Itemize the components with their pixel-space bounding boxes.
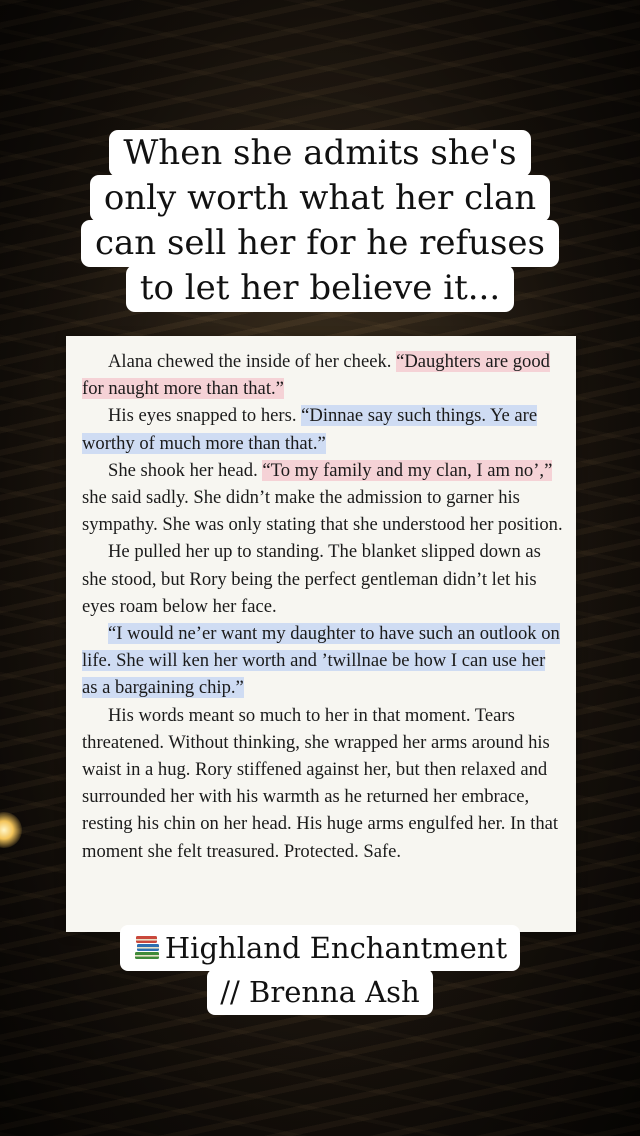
- highlighted-quote: “I would ne’er want my daughter to have …: [82, 623, 560, 699]
- title-line: only worth what her clan: [89, 175, 551, 222]
- excerpt-text: His eyes snapped to hers.: [108, 405, 302, 427]
- excerpt-paragraph: “I would ne’er want my daughter to have …: [82, 620, 564, 702]
- excerpt-paragraph: He pulled her up to standing. The blanke…: [82, 538, 564, 620]
- excerpt-text: His words meant so much to her in that m…: [82, 704, 559, 862]
- books-icon: [133, 929, 161, 959]
- title-line: can sell her for he refuses: [80, 220, 560, 267]
- excerpt-paragraph: His eyes snapped to hers. “Dinnae say su…: [82, 402, 564, 456]
- excerpt-text: she said sadly. She didn’t make the admi…: [82, 487, 563, 536]
- excerpt-paragraph: His words meant so much to her in that m…: [82, 702, 564, 865]
- title-line: When she admits she's: [109, 130, 531, 177]
- book-title-line: Highland Enchantment: [119, 925, 521, 971]
- book-excerpt-page: Alana chewed the inside of her cheek. “D…: [66, 336, 576, 932]
- excerpt-text: Alana chewed the inside of her cheek.: [108, 351, 397, 372]
- excerpt-text: He pulled her up to standing. The blanke…: [82, 541, 541, 617]
- author-line: // Brenna Ash: [207, 969, 433, 1015]
- highlighted-quote: “To my family and my clan, I am no’,”: [262, 459, 553, 481]
- book-title: Highland Enchantment: [164, 931, 508, 965]
- book-source-caption: Highland Enchantment // Brenna Ash: [0, 925, 640, 1015]
- title-caption: When she admits she's only worth what he…: [0, 130, 640, 312]
- excerpt-paragraph: Alana chewed the inside of her cheek. “D…: [82, 348, 564, 402]
- title-line: to let her believe it...: [125, 265, 515, 312]
- excerpt-text: She shook her head.: [108, 459, 263, 481]
- excerpt-paragraph: She shook her head. “To my family and my…: [82, 457, 564, 539]
